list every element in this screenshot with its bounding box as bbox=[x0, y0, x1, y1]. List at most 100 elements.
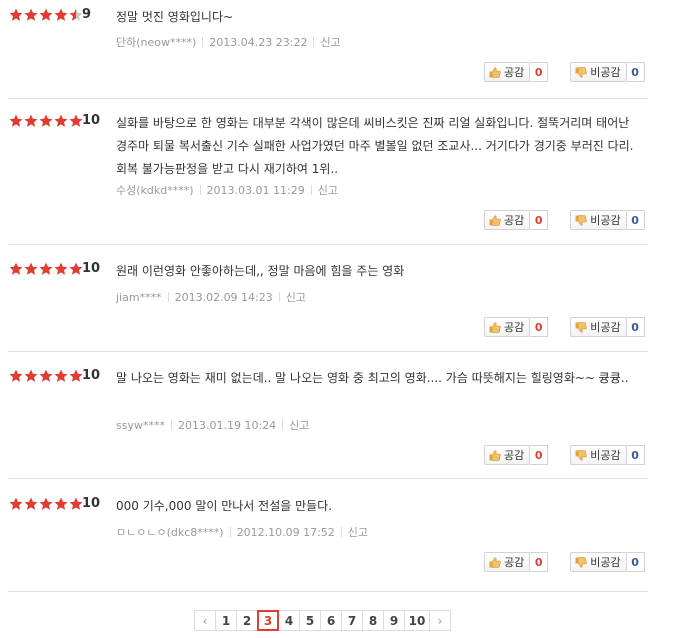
star-icon bbox=[24, 114, 38, 127]
review-comment: 000 기수,000 말이 만나서 전설을 만들다. bbox=[116, 499, 333, 513]
thumbs-down-icon bbox=[575, 321, 590, 333]
star-icon bbox=[39, 497, 53, 510]
star-icon bbox=[69, 8, 83, 21]
page-button-10[interactable]: 10 bbox=[404, 610, 430, 631]
dislike-button[interactable]: 비공감 bbox=[570, 552, 627, 572]
divider bbox=[199, 185, 201, 195]
review-user[interactable]: ssyw**** bbox=[116, 419, 165, 432]
report-link[interactable]: 신고 bbox=[318, 184, 338, 197]
review-user[interactable]: 단하(neow****) bbox=[116, 36, 196, 49]
star-icon bbox=[9, 369, 23, 382]
like-button[interactable]: 공감 bbox=[484, 317, 531, 337]
thumbs-down-icon bbox=[575, 66, 590, 78]
vote-group: 공감 0 비공감 0 bbox=[484, 317, 645, 337]
review-comment: 원래 이런영화 안좋아하는데,, 정말 마음에 힘을 주는 영화 bbox=[116, 264, 405, 278]
review-comment: 말 나오는 영화는 재미 없는데.. 말 나오는 영화 중 최고의 영화....… bbox=[116, 371, 629, 385]
review-meta: ㅁㄴㅇㄴㅇ(dkc8****) 2012.10.09 17:52 신고 bbox=[116, 524, 368, 540]
dislike-count: 0 bbox=[626, 62, 645, 82]
star-icon bbox=[69, 262, 83, 275]
prev-page-button[interactable]: ‹ bbox=[194, 610, 216, 631]
page-button-3-current[interactable]: 3 bbox=[257, 610, 279, 631]
vote-group: 공감 0 비공감 0 bbox=[484, 210, 645, 230]
thumbs-up-icon bbox=[489, 449, 504, 461]
like-count: 0 bbox=[530, 552, 549, 572]
report-link[interactable]: 신고 bbox=[348, 526, 368, 539]
dislike-count: 0 bbox=[626, 210, 645, 230]
page-button-2[interactable]: 2 bbox=[236, 610, 258, 631]
like-count: 0 bbox=[530, 62, 549, 82]
dislike-button[interactable]: 비공감 bbox=[570, 62, 627, 82]
review-date: 2013.04.23 23:22 bbox=[209, 36, 308, 49]
page-button-9[interactable]: 9 bbox=[383, 610, 405, 631]
review-user[interactable]: ㅁㄴㅇㄴㅇ(dkc8****) bbox=[116, 526, 224, 539]
star-icon bbox=[39, 8, 53, 21]
report-link[interactable]: 신고 bbox=[286, 291, 306, 304]
review-divider bbox=[8, 351, 648, 352]
like-label: 공감 bbox=[504, 214, 525, 227]
review-meta: 단하(neow****) 2013.04.23 23:22 신고 bbox=[116, 34, 341, 50]
like-button[interactable]: 공감 bbox=[484, 210, 531, 230]
thumbs-up-icon bbox=[489, 66, 504, 78]
star-rating bbox=[9, 369, 84, 383]
vote-group: 공감 0 비공감 0 bbox=[484, 445, 645, 465]
page-button-1[interactable]: 1 bbox=[215, 610, 237, 631]
dislike-button[interactable]: 비공감 bbox=[570, 210, 627, 230]
like-button[interactable]: 공감 bbox=[484, 445, 531, 465]
star-icon bbox=[54, 8, 68, 21]
report-link[interactable]: 신고 bbox=[320, 36, 340, 49]
page-button-5[interactable]: 5 bbox=[299, 610, 321, 631]
dislike-count: 0 bbox=[626, 317, 645, 337]
review-comment: 정말 멋진 영화입니다~ bbox=[116, 10, 234, 24]
like-label: 공감 bbox=[504, 449, 525, 462]
star-icon bbox=[69, 497, 83, 510]
review-comment: 실화를 바탕으로 한 영화는 대부분 각색이 많은데 씨비스킷은 진짜 리얼 실… bbox=[116, 116, 634, 176]
star-icon bbox=[24, 262, 38, 275]
page-button-4[interactable]: 4 bbox=[278, 610, 300, 631]
thumbs-down-icon bbox=[575, 214, 590, 226]
like-label: 공감 bbox=[504, 66, 525, 79]
star-icon bbox=[69, 114, 83, 127]
review-score: 10 bbox=[82, 496, 101, 511]
dislike-button[interactable]: 비공감 bbox=[570, 317, 627, 337]
divider bbox=[229, 527, 231, 537]
page-button-7[interactable]: 7 bbox=[341, 610, 363, 631]
like-button[interactable]: 공감 bbox=[484, 62, 531, 82]
star-icon bbox=[54, 262, 68, 275]
like-label: 공감 bbox=[504, 556, 525, 569]
dislike-count: 0 bbox=[626, 445, 645, 465]
star-rating bbox=[9, 262, 84, 276]
review-date: 2013.02.09 14:23 bbox=[174, 291, 273, 304]
review-score: 10 bbox=[82, 368, 101, 383]
star-icon bbox=[9, 262, 23, 275]
star-rating bbox=[9, 497, 84, 511]
pagination: ‹ 1 2 3 4 5 6 7 8 9 10 › bbox=[194, 610, 451, 631]
star-icon bbox=[54, 497, 68, 510]
like-count: 0 bbox=[530, 445, 549, 465]
review-user[interactable]: jiam**** bbox=[116, 291, 162, 304]
page-button-6[interactable]: 6 bbox=[320, 610, 342, 631]
thumbs-down-icon bbox=[575, 556, 590, 568]
thumbs-up-icon bbox=[489, 214, 504, 226]
review-user[interactable]: 수성(kdkd****) bbox=[116, 184, 194, 197]
star-icon bbox=[54, 114, 68, 127]
next-page-button[interactable]: › bbox=[429, 610, 451, 631]
dislike-label: 비공감 bbox=[590, 214, 621, 227]
review-divider bbox=[8, 98, 648, 99]
like-label: 공감 bbox=[504, 321, 525, 334]
dislike-label: 비공감 bbox=[590, 556, 621, 569]
dislike-button[interactable]: 비공감 bbox=[570, 445, 627, 465]
report-link[interactable]: 신고 bbox=[289, 419, 309, 432]
like-button[interactable]: 공감 bbox=[484, 552, 531, 572]
page-button-8[interactable]: 8 bbox=[362, 610, 384, 631]
thumbs-down-icon bbox=[575, 449, 590, 461]
review-score: 10 bbox=[82, 261, 101, 276]
star-icon bbox=[24, 369, 38, 382]
star-icon bbox=[39, 369, 53, 382]
star-rating bbox=[9, 8, 84, 22]
review-score: 10 bbox=[82, 113, 101, 128]
review-meta: 수성(kdkd****) 2013.03.01 11:29 신고 bbox=[116, 182, 338, 198]
star-icon bbox=[54, 369, 68, 382]
divider bbox=[313, 37, 315, 47]
thumbs-up-icon bbox=[489, 321, 504, 333]
thumbs-up-icon bbox=[489, 556, 504, 568]
